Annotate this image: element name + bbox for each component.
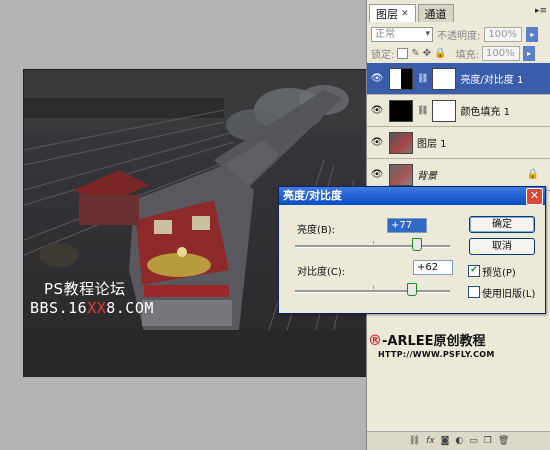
legacy-checkbox[interactable] bbox=[468, 286, 480, 298]
opacity-arrow-button[interactable]: ▸ bbox=[526, 26, 539, 42]
brightness-label: 亮度(B): bbox=[297, 225, 336, 236]
layer-thumbnail bbox=[389, 163, 413, 186]
dialog-titlebar[interactable]: 亮度/对比度 ✕ bbox=[279, 187, 545, 205]
layer-list: 👁 ⛓ 亮度/对比度 1 👁 ⛓ 颜色填充 1 👁 图层 1 👁 背景 🔒 bbox=[367, 63, 550, 191]
new-layer-icon[interactable]: ❐ bbox=[484, 436, 492, 446]
layer-name: 亮度/对比度 1 bbox=[460, 75, 524, 86]
panel-tabs: 图层 ✕ 通道 bbox=[369, 4, 454, 22]
eye-icon[interactable]: 👁 bbox=[369, 103, 385, 119]
brush-icon[interactable]: ✎ bbox=[411, 48, 419, 59]
contrast-slider[interactable] bbox=[295, 283, 450, 296]
brightness-slider-thumb[interactable] bbox=[411, 238, 422, 251]
lock-row: 锁定: ✎ ✥ 🔒 填充: 100% ▸ bbox=[371, 44, 547, 62]
dialog-title: 亮度/对比度 bbox=[283, 189, 343, 202]
fill-label: 填充: bbox=[455, 49, 479, 61]
fill-thumbnail bbox=[389, 99, 413, 122]
lock-all-icon[interactable]: 🔒 bbox=[434, 48, 446, 59]
legacy-label: 使用旧版(L) bbox=[482, 289, 536, 300]
brand-name: ®-ARLEE原创教程 bbox=[368, 333, 486, 349]
lock-icon: 🔒 bbox=[526, 169, 539, 180]
eye-icon[interactable]: 👁 bbox=[369, 167, 385, 183]
tab-channels[interactable]: 通道 bbox=[417, 4, 454, 22]
watermark-forum: PS教程论坛 bbox=[44, 280, 126, 298]
brightness-contrast-dialog: 亮度/对比度 ✕ 亮度(B): +77 对比度(C): +62 确定 取消 ✔ … bbox=[278, 186, 546, 314]
adjustment-thumbnail bbox=[389, 67, 413, 90]
layer-name: 颜色填充 1 bbox=[460, 107, 510, 118]
contrast-input[interactable]: +62 bbox=[413, 260, 453, 275]
eye-icon[interactable]: 👁 bbox=[369, 71, 385, 87]
mask-icon[interactable]: ◙ bbox=[441, 436, 450, 446]
close-button[interactable]: ✕ bbox=[526, 188, 543, 205]
preview-label: 预览(P) bbox=[482, 268, 516, 279]
mask-thumbnail[interactable] bbox=[432, 67, 457, 90]
contrast-slider-thumb[interactable] bbox=[407, 283, 418, 296]
layer-row[interactable]: 👁 图层 1 bbox=[367, 127, 550, 159]
blend-row: 正常 不透明度: 100% ▸ bbox=[371, 25, 547, 43]
preview-checkbox[interactable]: ✔ bbox=[468, 265, 480, 277]
layer-name: 图层 1 bbox=[417, 139, 447, 150]
layer-thumbnail bbox=[389, 131, 413, 154]
panel-footer: ⛓ fx ◙ ◐ ▭ ❐ 🗑 bbox=[367, 431, 550, 450]
fill-arrow-button[interactable]: ▸ bbox=[522, 45, 535, 61]
move-icon[interactable]: ✥ bbox=[423, 48, 431, 59]
contrast-label: 对比度(C): bbox=[297, 267, 346, 278]
brand-url: HTTP://WWW.PSFLY.COM bbox=[378, 350, 495, 359]
tab-layers[interactable]: 图层 ✕ bbox=[369, 4, 416, 22]
ok-button[interactable]: 确定 bbox=[469, 216, 535, 233]
layer-row[interactable]: 👁 ⛓ 颜色填充 1 bbox=[367, 95, 550, 127]
brand-signature: ®-ARLEE原创教程 HTTP://WWW.PSFLY.COM bbox=[368, 330, 495, 359]
panel-menu-icon[interactable]: ▸≡ bbox=[535, 6, 547, 16]
chain-icon[interactable]: ⛓ bbox=[417, 106, 428, 116]
adjustment-icon[interactable]: ◐ bbox=[455, 436, 463, 446]
trash-icon[interactable]: 🗑 bbox=[498, 436, 509, 446]
fx-icon[interactable]: fx bbox=[426, 436, 435, 446]
watermark-site: BBS.16XX8.COM bbox=[30, 299, 154, 317]
layer-name: 背景 bbox=[417, 171, 437, 182]
opacity-label: 不透明度: bbox=[437, 30, 481, 42]
mask-thumbnail[interactable] bbox=[432, 99, 457, 122]
link-icon[interactable]: ⛓ bbox=[409, 436, 420, 446]
chain-icon[interactable]: ⛓ bbox=[417, 74, 428, 84]
opacity-field[interactable]: 100% bbox=[484, 26, 523, 42]
lock-label: 锁定: bbox=[371, 49, 395, 61]
close-icon[interactable]: ✕ bbox=[401, 9, 409, 19]
group-icon[interactable]: ▭ bbox=[469, 436, 478, 446]
brightness-slider[interactable] bbox=[295, 238, 450, 251]
layer-row[interactable]: 👁 ⛓ 亮度/对比度 1 bbox=[367, 63, 550, 95]
cancel-button[interactable]: 取消 bbox=[469, 238, 535, 255]
blend-mode-select[interactable]: 正常 bbox=[371, 26, 433, 42]
eye-icon[interactable]: 👁 bbox=[369, 135, 385, 151]
lock-transparency-icon[interactable] bbox=[397, 47, 409, 59]
brightness-input[interactable]: +77 bbox=[387, 218, 427, 233]
fill-field[interactable]: 100% bbox=[481, 45, 520, 61]
